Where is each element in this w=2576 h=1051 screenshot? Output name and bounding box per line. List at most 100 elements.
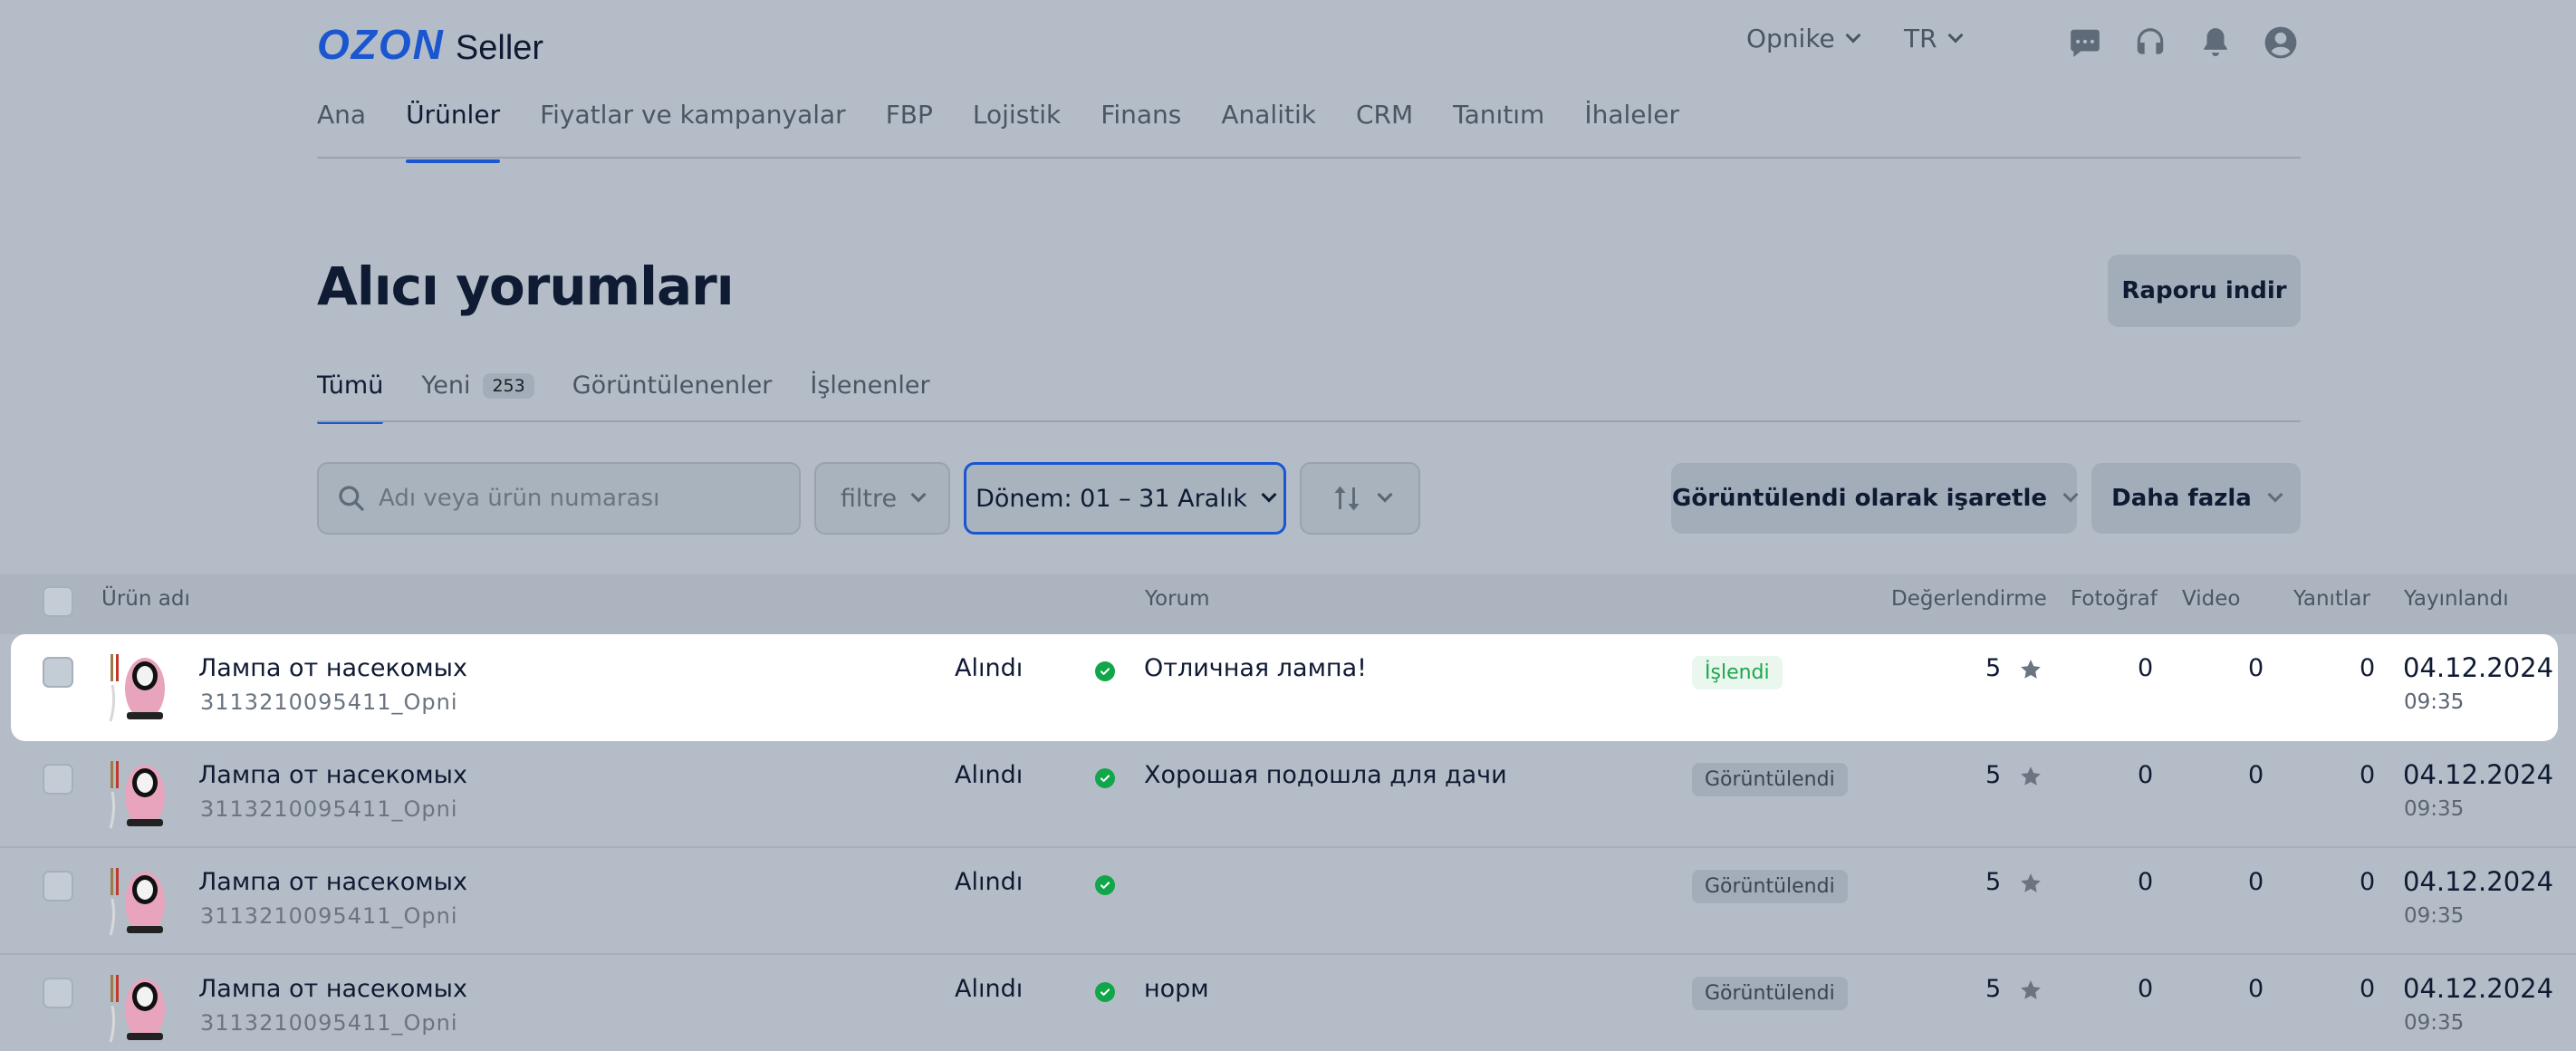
tab-processed-label: İşlenenler	[810, 371, 930, 400]
table-row[interactable]: Лампа от насекомых 3113210095411_Opni Al…	[11, 634, 2558, 741]
product-name[interactable]: Лампа от насекомых	[198, 761, 467, 789]
table-row[interactable]: Лампа от насекомых 3113210095411_Opni Al…	[0, 848, 2576, 955]
reply-count: 0	[2360, 868, 2376, 896]
review-state-badge: Görüntülendi	[1692, 870, 1848, 903]
chevron-down-icon	[1377, 487, 1392, 503]
nav-item-tanitim[interactable]: Tanıtım	[1453, 100, 1544, 159]
logo-seller-text: Seller	[455, 29, 544, 67]
product-image[interactable]	[107, 756, 170, 832]
product-sku: 3113210095411_Opni	[200, 1010, 458, 1036]
product-image[interactable]	[107, 863, 170, 939]
product-image[interactable]	[107, 649, 170, 725]
review-state-badge: Görüntülendi	[1692, 977, 1848, 1010]
nav-item-urunler[interactable]: Ürünler	[406, 100, 501, 163]
chevron-down-icon	[2267, 487, 2283, 503]
search-icon	[339, 486, 364, 511]
select-all-checkbox[interactable]	[43, 586, 73, 617]
publish-time: 09:35	[2404, 690, 2465, 714]
receipt-status: Alındı	[955, 654, 1024, 682]
receipt-status: Alındı	[955, 975, 1024, 1003]
receipt-status: Alındı	[955, 868, 1024, 896]
shop-name: Opnike	[1746, 24, 1835, 53]
product-name[interactable]: Лампа от насекомых	[198, 654, 467, 682]
nav-item-fiyatlar[interactable]: Fiyatlar ve kampanyalar	[540, 100, 846, 159]
header-photo[interactable]: Fotoğraf	[2071, 587, 2158, 611]
header-replies[interactable]: Yanıtlar	[2293, 587, 2370, 611]
publish-time: 09:35	[2404, 797, 2465, 821]
chevron-down-icon	[2062, 487, 2079, 503]
chat-icon[interactable]	[2068, 25, 2102, 60]
nav-item-ana[interactable]: Ana	[317, 100, 366, 159]
photo-count: 0	[2138, 868, 2154, 896]
nav-item-finans[interactable]: Finans	[1101, 100, 1181, 159]
row-checkbox[interactable]	[43, 871, 73, 902]
product-name[interactable]: Лампа от насекомых	[198, 975, 467, 1003]
tab-all[interactable]: Tümü	[317, 371, 384, 424]
nav-item-crm[interactable]: CRM	[1356, 100, 1413, 159]
nav-item-analitik[interactable]: Analitik	[1221, 100, 1316, 159]
product-image[interactable]	[107, 969, 170, 1046]
photo-count: 0	[2138, 654, 2154, 682]
sort-icon	[1334, 486, 1359, 511]
chevron-down-icon	[910, 487, 927, 503]
bell-icon[interactable]	[2198, 25, 2233, 60]
rating-value: 5	[1985, 975, 2002, 1003]
product-sku: 3113210095411_Opni	[200, 689, 458, 715]
search-box	[317, 462, 801, 535]
video-count: 0	[2248, 761, 2264, 789]
new-count-badge: 253	[483, 373, 534, 399]
user-icon[interactable]	[2264, 25, 2298, 60]
nav-item-fbp[interactable]: FBP	[886, 100, 933, 159]
tab-viewed[interactable]: Görüntülenenler	[572, 371, 773, 420]
nav-item-ihaleler[interactable]: İhaleler	[1584, 100, 1679, 159]
header-video[interactable]: Video	[2182, 587, 2240, 611]
nav-item-lojistik[interactable]: Lojistik	[973, 100, 1061, 159]
row-checkbox[interactable]	[43, 978, 73, 1008]
publish-date: 04.12.2024	[2403, 652, 2554, 683]
reply-count: 0	[2360, 761, 2376, 789]
product-name[interactable]: Лампа от насекомых	[198, 868, 467, 896]
check-circle-icon	[1095, 768, 1115, 788]
row-checkbox[interactable]	[43, 657, 73, 688]
shop-selector[interactable]: Opnike	[1746, 24, 1861, 53]
header-rating[interactable]: Değerlendirme	[1891, 587, 2047, 611]
main-nav: Ana Ürünler Fiyatlar ve kampanyalar FBP …	[317, 100, 1719, 163]
tab-new[interactable]: Yeni 253	[421, 371, 534, 420]
header-comment: Yorum	[1145, 587, 1210, 611]
more-button[interactable]: Daha fazla	[2091, 463, 2301, 534]
headset-icon[interactable]	[2133, 25, 2167, 60]
review-text[interactable]: норм	[1144, 975, 1209, 1003]
tab-viewed-label: Görüntülenenler	[572, 371, 773, 400]
receipt-status: Alındı	[955, 761, 1024, 789]
rating-value: 5	[1985, 654, 2002, 682]
logo-ozon-text: OZON	[317, 21, 445, 68]
language-code: TR	[1904, 24, 1937, 53]
table-row[interactable]: Лампа от насекомых 3113210095411_Opni Al…	[0, 741, 2576, 848]
star-icon	[2019, 765, 2043, 792]
review-text[interactable]: Отличная лампа!	[1144, 654, 1367, 682]
mark-viewed-button[interactable]: Görüntülendi olarak işaretle	[1671, 463, 2079, 534]
header-published[interactable]: Yayınlandı	[2404, 587, 2509, 611]
tab-all-label: Tümü	[317, 371, 384, 400]
product-sku: 3113210095411_Opni	[200, 903, 458, 929]
tab-processed[interactable]: İşlenenler	[810, 371, 929, 420]
search-input[interactable]	[379, 485, 795, 512]
language-selector[interactable]: TR	[1904, 24, 1964, 53]
review-state-badge: İşlendi	[1692, 656, 1783, 689]
sort-dropdown[interactable]	[1300, 462, 1420, 535]
filter-dropdown[interactable]: filtre	[814, 462, 950, 535]
photo-count: 0	[2138, 761, 2154, 789]
row-checkbox[interactable]	[43, 764, 73, 795]
ozon-seller-logo[interactable]: OZON Seller	[317, 20, 543, 68]
review-text[interactable]: Хорошая подошла для дачи	[1144, 761, 1507, 789]
period-dropdown[interactable]: Dönem: 01 – 31 Aralık	[964, 462, 1286, 535]
check-circle-icon	[1095, 875, 1115, 895]
download-report-button[interactable]: Raporu indir	[2108, 255, 2301, 327]
star-icon	[2019, 872, 2043, 899]
review-tabs: Tümü Yeni 253 Görüntülenenler İşlenenler	[317, 371, 968, 424]
video-count: 0	[2248, 868, 2264, 896]
product-sku: 3113210095411_Opni	[200, 796, 458, 822]
table-row[interactable]: Лампа от насекомых 3113210095411_Opni Al…	[0, 955, 2576, 1051]
check-circle-icon	[1095, 661, 1115, 681]
publish-date: 04.12.2024	[2403, 973, 2554, 1004]
